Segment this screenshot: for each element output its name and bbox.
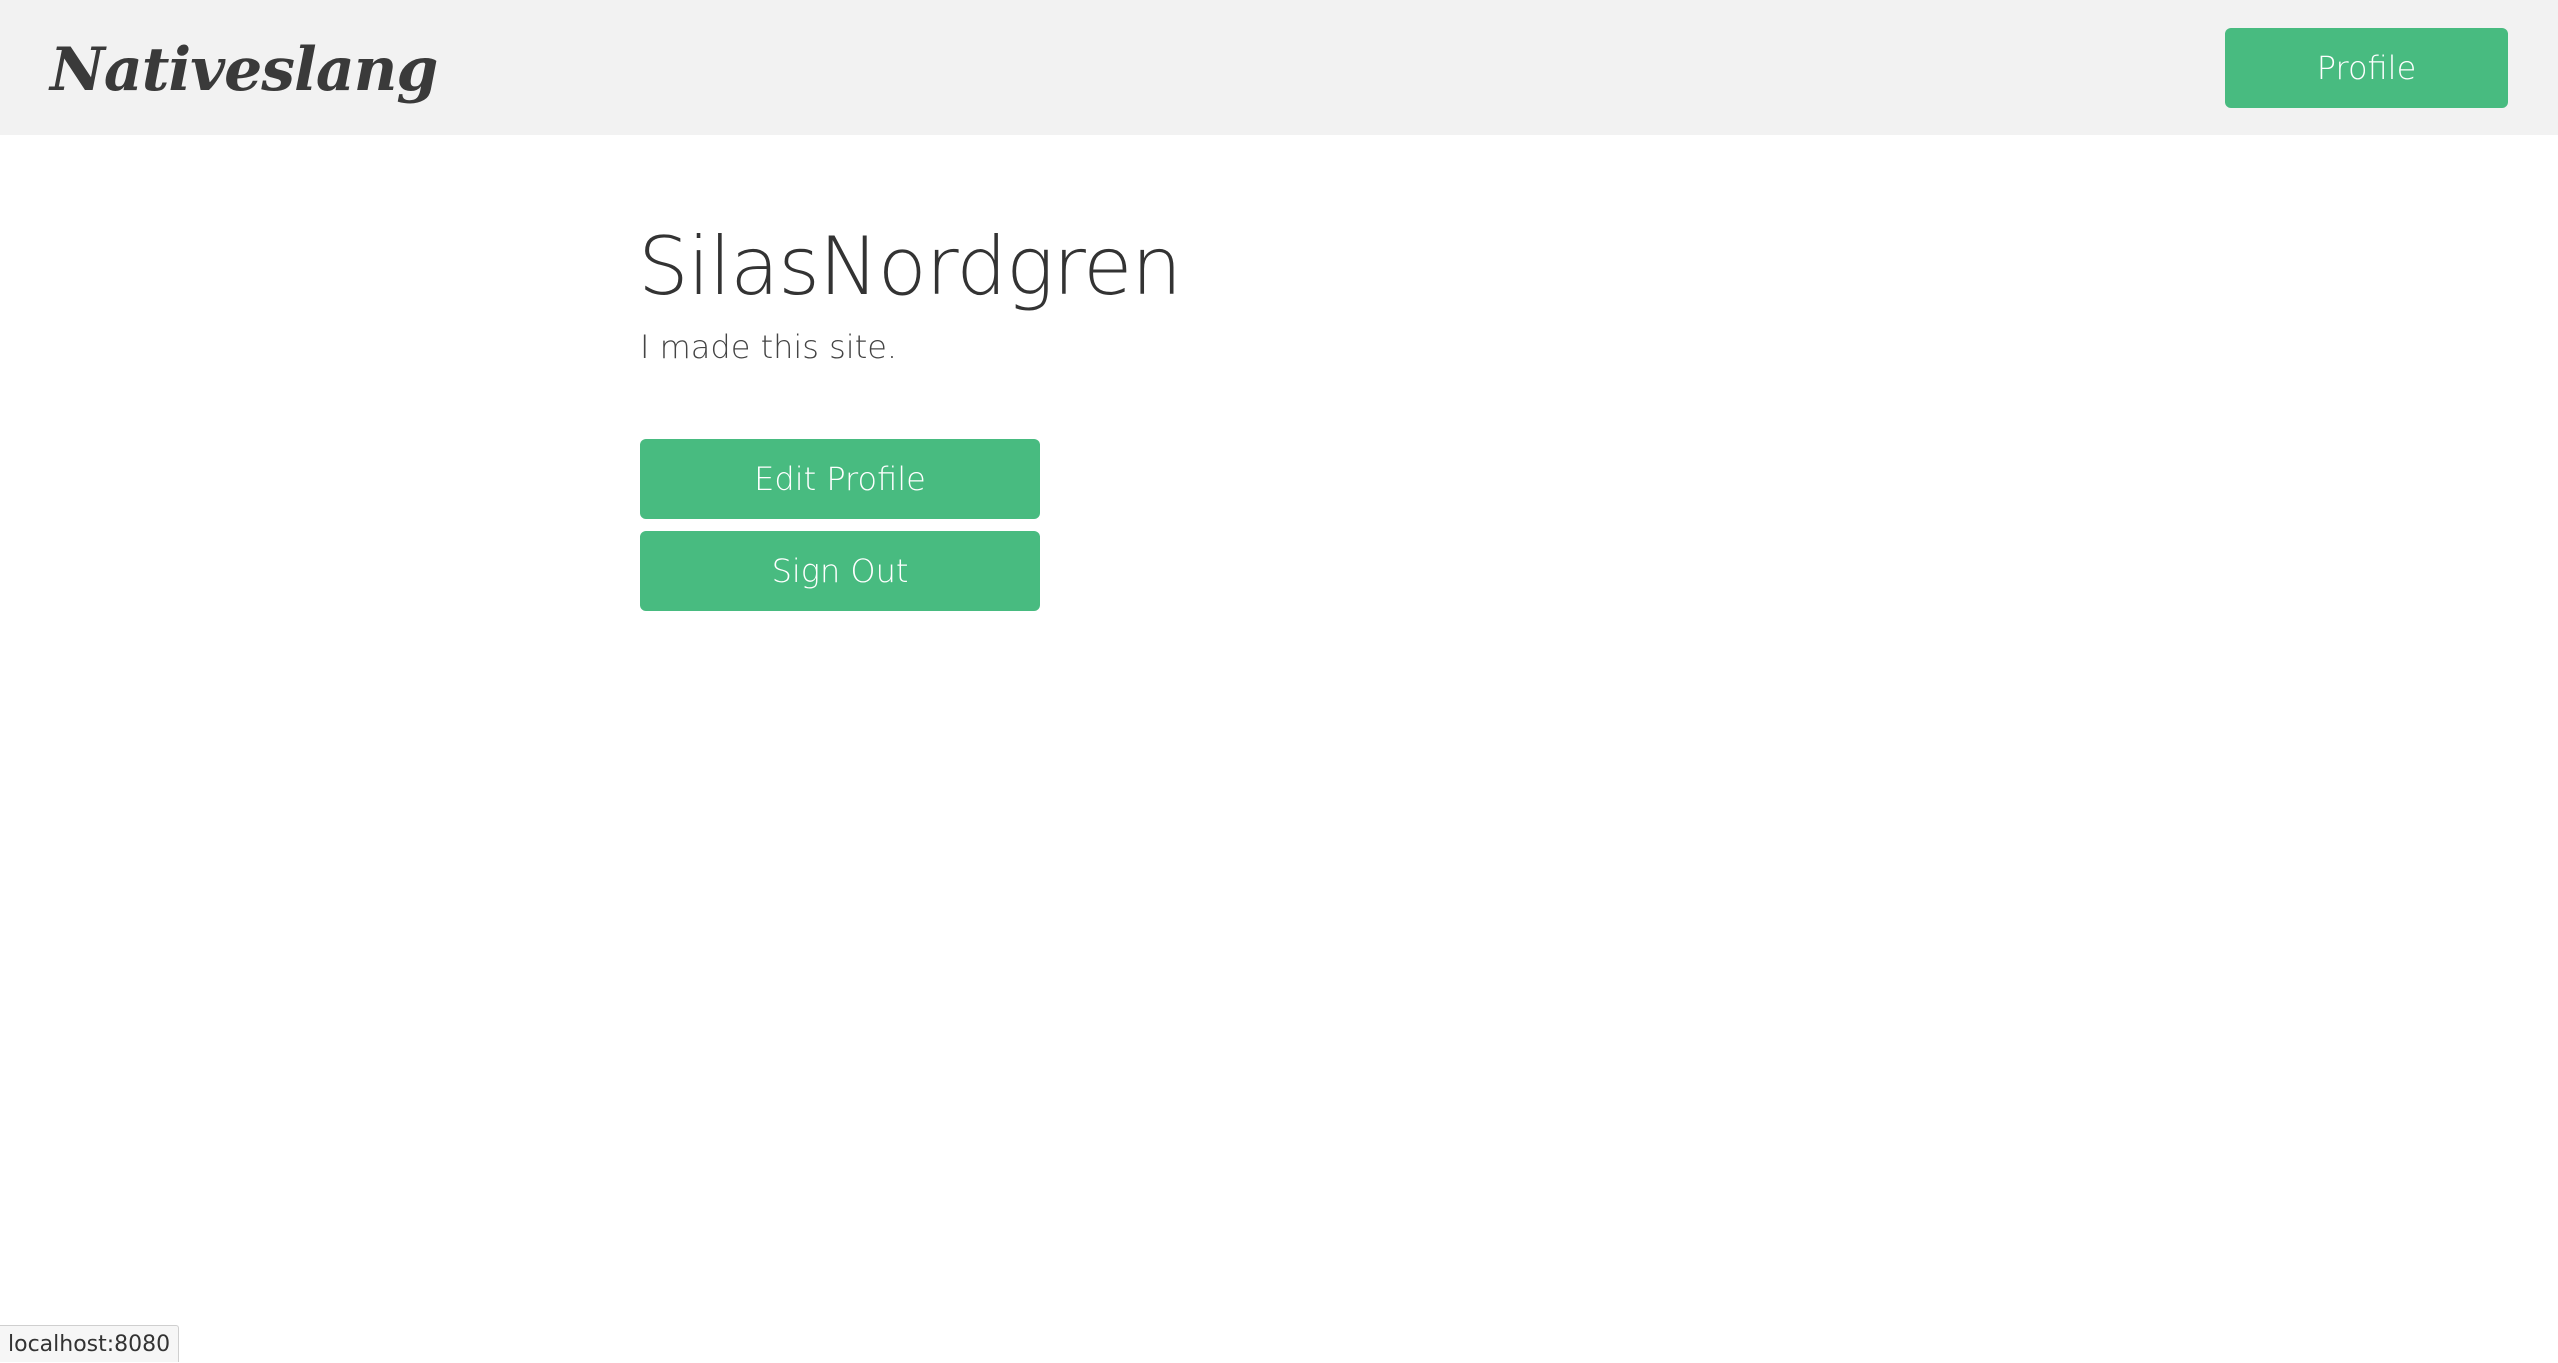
profile-bio: I made this site. <box>640 328 898 366</box>
browser-status-url: localhost:8080 <box>0 1325 180 1362</box>
top-navbar: Nativeslang Profile <box>0 0 2558 135</box>
site-logo[interactable]: Nativeslang <box>50 30 438 110</box>
edit-profile-button[interactable]: Edit Profile <box>640 439 1040 519</box>
sign-out-button[interactable]: Sign Out <box>640 531 1040 611</box>
profile-button[interactable]: Profile <box>2225 28 2508 108</box>
profile-username: SilasNordgren <box>638 220 1182 313</box>
